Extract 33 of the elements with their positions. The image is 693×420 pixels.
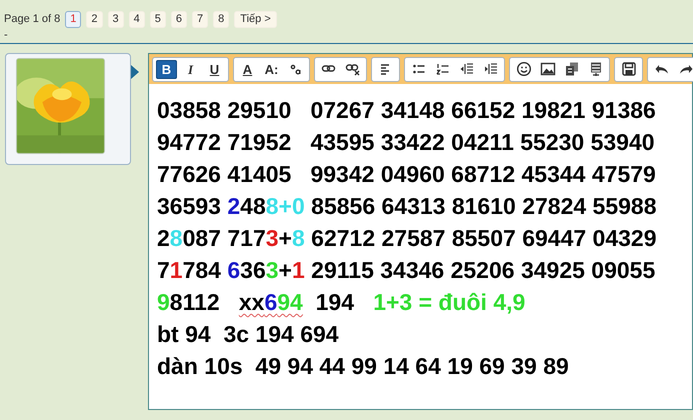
numbered-list-icon[interactable]	[434, 61, 450, 77]
font-size-button[interactable]: A:	[261, 60, 282, 78]
page-link[interactable]: 7	[192, 10, 208, 28]
underline-button[interactable]: U	[204, 60, 225, 78]
save-icon[interactable]	[620, 61, 636, 77]
font-color-button[interactable]: A	[237, 60, 258, 78]
next-page-link[interactable]: Tiếp >	[234, 10, 277, 28]
italic-button[interactable]: I	[180, 60, 201, 78]
page-link[interactable]: 4	[128, 10, 145, 28]
text-line: 03858 29510 07267 34148 66152 19821 91386	[157, 96, 656, 125]
text-line: 28087 7173+8 62712 27587 85507 69447 04329	[157, 224, 657, 253]
text-line: 94772 71952 43595 33422 04211 55230 53940	[157, 128, 655, 157]
page-link[interactable]: 2	[86, 10, 103, 28]
page-link[interactable]: 6	[170, 10, 188, 28]
text-line: 98112 xx694 194 1+3 = đuôi 4,9	[157, 288, 526, 317]
page-link[interactable]: 1	[65, 10, 82, 28]
page-link[interactable]: 3	[108, 10, 124, 28]
page-summary: Page 1 of 8	[4, 12, 60, 27]
bold-button[interactable]: B	[156, 60, 177, 78]
text-line: 77626 41405 99342 04960 68712 45344 47579	[157, 160, 656, 189]
outdent-icon[interactable]	[458, 61, 474, 77]
smiley-icon[interactable]	[516, 61, 532, 77]
text-line: bt 94 3c 194 694	[157, 320, 339, 349]
stacked-pages-icon[interactable]	[564, 61, 580, 77]
page-link[interactable]: 5	[150, 10, 166, 28]
indent-icon[interactable]	[482, 61, 498, 77]
text-line: 71784 6363+1 29115 34346 25206 34925 09055	[157, 256, 656, 285]
text-line: 36593 2488+0 85856 64313 81610 27824 55988	[157, 192, 657, 221]
text-line: dàn 10s 49 94 44 99 14 64 19 69 39 89	[157, 352, 569, 381]
pointer-arrow-icon	[131, 65, 139, 79]
page-link[interactable]: 8	[213, 10, 230, 28]
post-title: -	[4, 29, 8, 41]
image-icon[interactable]	[540, 61, 556, 77]
